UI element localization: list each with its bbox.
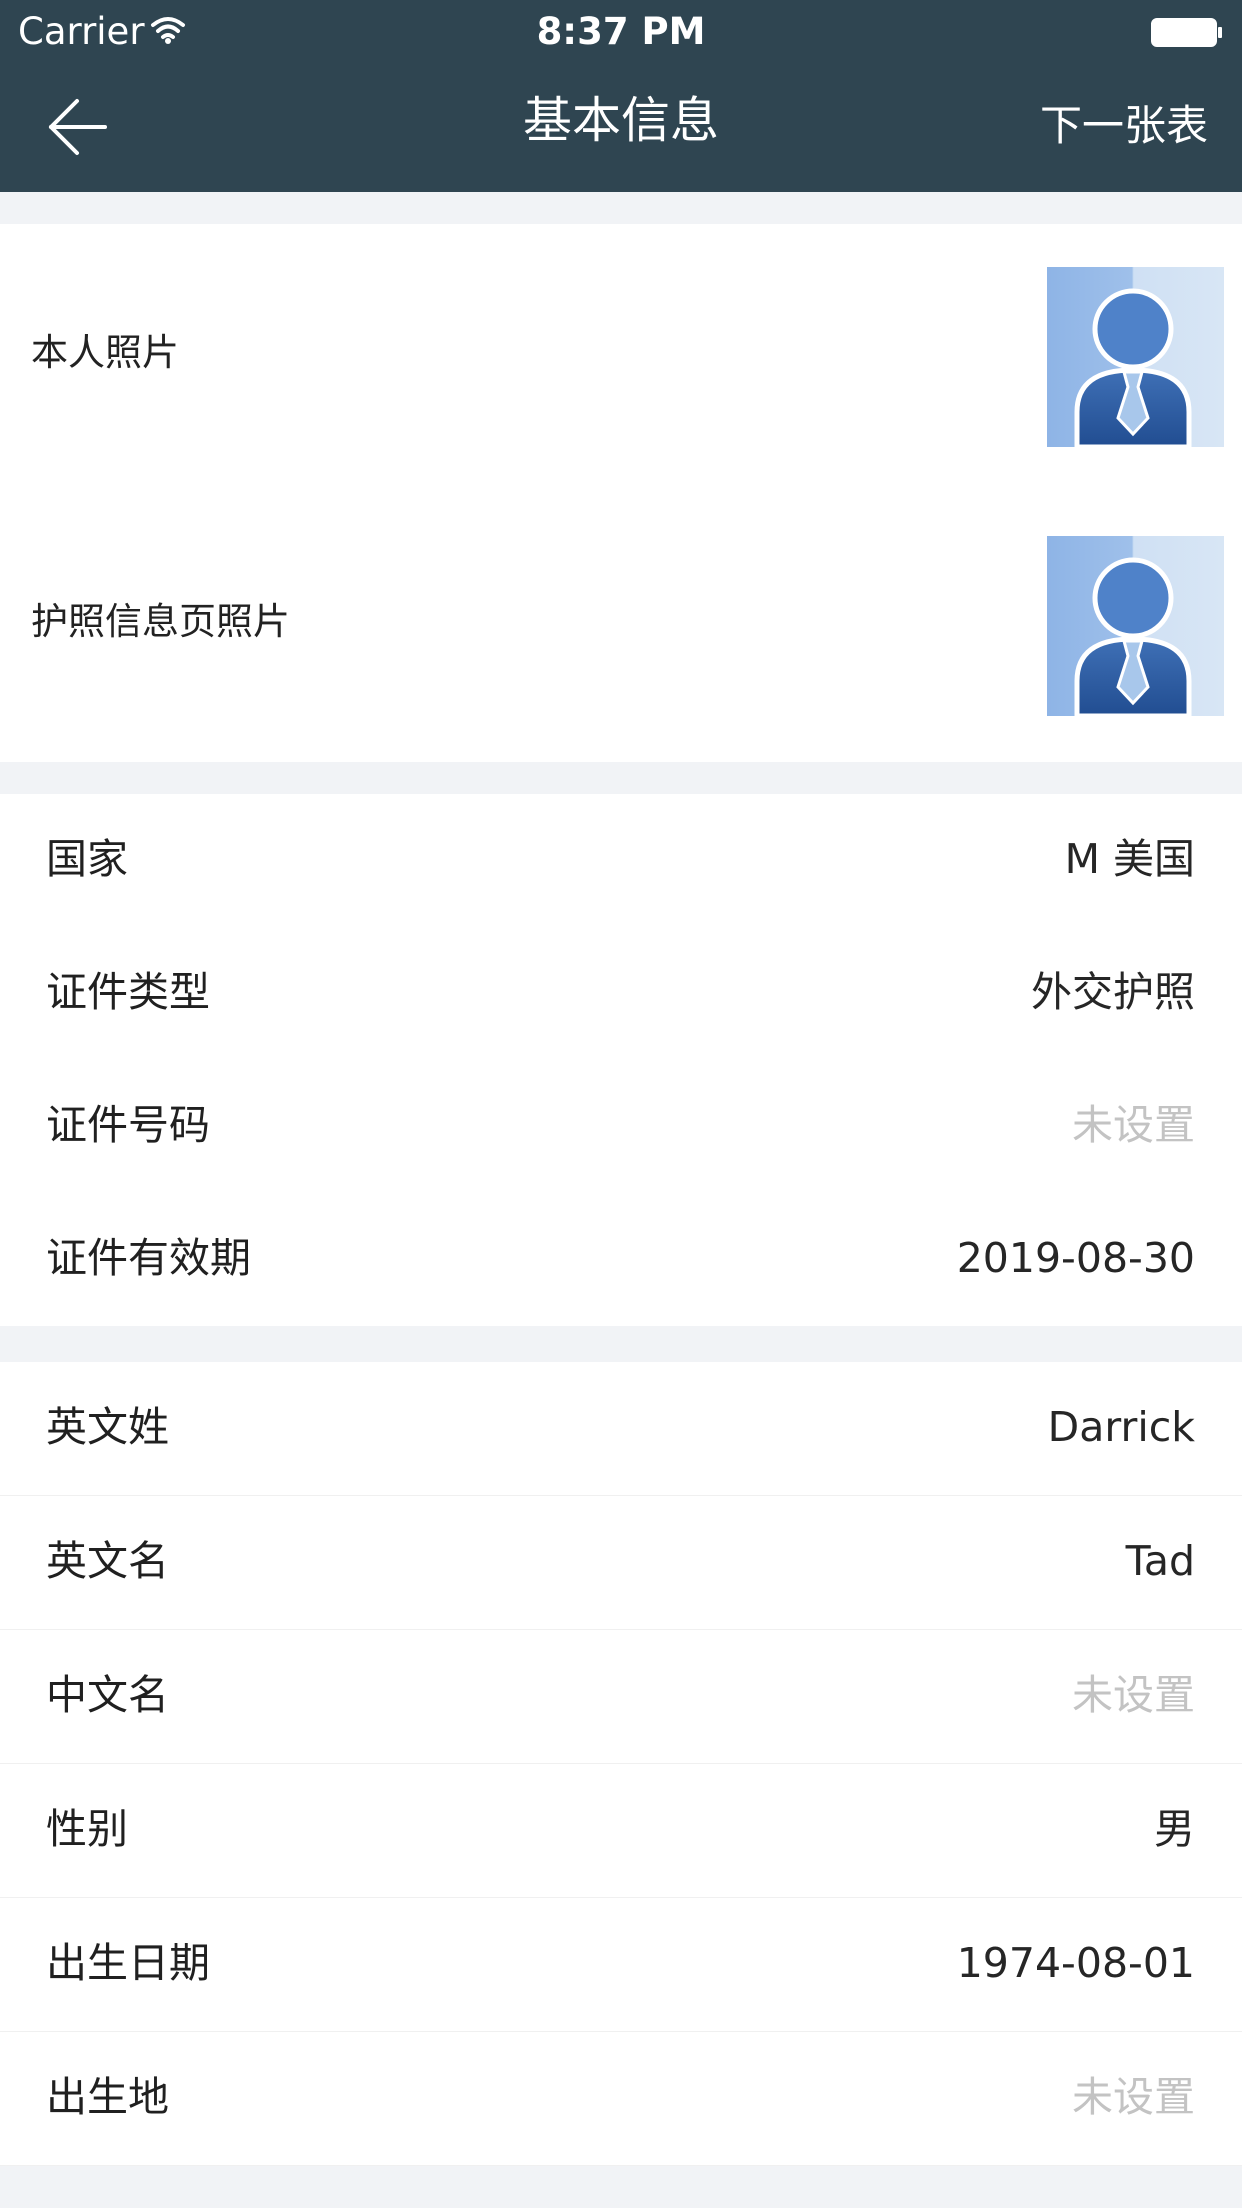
navigation-bar: 基本信息 下一张表	[0, 64, 1242, 192]
document-expiry-row[interactable]: 证件有效期 2019-08-30	[0, 1193, 1242, 1327]
gender-value: 男	[1154, 1805, 1195, 1853]
page-title: 基本信息	[522, 92, 719, 149]
avatar-icon[interactable]	[1047, 267, 1224, 450]
section-gap	[0, 762, 1242, 794]
top-bar: Carrier 8:37 PM 基本信息 下一张表	[0, 0, 1242, 192]
avatar-icon[interactable]	[1047, 536, 1224, 719]
self-photo-label: 本人照片	[31, 331, 179, 374]
chinese-name-row[interactable]: 中文名 未设置	[0, 1630, 1242, 1764]
country-value: M 美国	[1064, 835, 1195, 883]
gender-label: 性别	[46, 1805, 128, 1853]
chinese-name-value: 未设置	[1072, 1671, 1195, 1719]
status-bar: Carrier 8:37 PM	[0, 0, 1242, 64]
birth-date-label: 出生日期	[46, 1939, 210, 1987]
chinese-name-label: 中文名	[46, 1671, 169, 1719]
document-number-label: 证件号码	[46, 1101, 210, 1149]
birth-place-row[interactable]: 出生地 未设置	[0, 2032, 1242, 2166]
next-form-button[interactable]: 下一张表	[1040, 98, 1208, 154]
country-row[interactable]: 国家 M 美国	[0, 794, 1242, 928]
english-surname-label: 英文姓	[46, 1403, 169, 1451]
section-gap	[0, 192, 1242, 224]
english-given-name-value: Tad	[1125, 1537, 1195, 1585]
basic-info-screen: Carrier 8:37 PM 基本信息 下一张表 本人照片 护照信息页照片 国…	[0, 0, 1242, 2208]
birth-place-label: 出生地	[46, 2073, 169, 2121]
birth-place-value: 未设置	[1072, 2073, 1195, 2121]
english-given-name-row[interactable]: 英文名 Tad	[0, 1496, 1242, 1630]
document-number-row[interactable]: 证件号码 未设置	[0, 1060, 1242, 1194]
birth-date-value: 1974-08-01	[956, 1939, 1195, 1987]
battery-icon	[1151, 18, 1223, 48]
english-given-name-label: 英文名	[46, 1537, 169, 1585]
status-time: 8:37 PM	[536, 10, 706, 53]
document-expiry-value: 2019-08-30	[956, 1234, 1195, 1282]
birth-date-row[interactable]: 出生日期 1974-08-01	[0, 1898, 1242, 2032]
document-number-value: 未设置	[1072, 1101, 1195, 1149]
self-photo-row[interactable]: 本人照片	[0, 224, 1242, 494]
english-surname-value: Darrick	[1047, 1403, 1195, 1451]
document-expiry-label: 证件有效期	[46, 1234, 251, 1282]
gender-row[interactable]: 性别 男	[0, 1764, 1242, 1898]
document-type-label: 证件类型	[46, 968, 210, 1016]
passport-photo-label: 护照信息页照片	[31, 600, 290, 643]
english-surname-row[interactable]: 英文姓 Darrick	[0, 1362, 1242, 1496]
back-button[interactable]	[35, 91, 117, 163]
country-label: 国家	[46, 835, 128, 883]
section-gap	[0, 1326, 1242, 1362]
bottom-gap	[0, 2166, 1242, 2208]
document-type-row[interactable]: 证件类型 外交护照	[0, 927, 1242, 1061]
document-type-value: 外交护照	[1031, 968, 1195, 1016]
passport-photo-row[interactable]: 护照信息页照片	[0, 493, 1242, 763]
arrow-left-icon	[35, 99, 117, 167]
